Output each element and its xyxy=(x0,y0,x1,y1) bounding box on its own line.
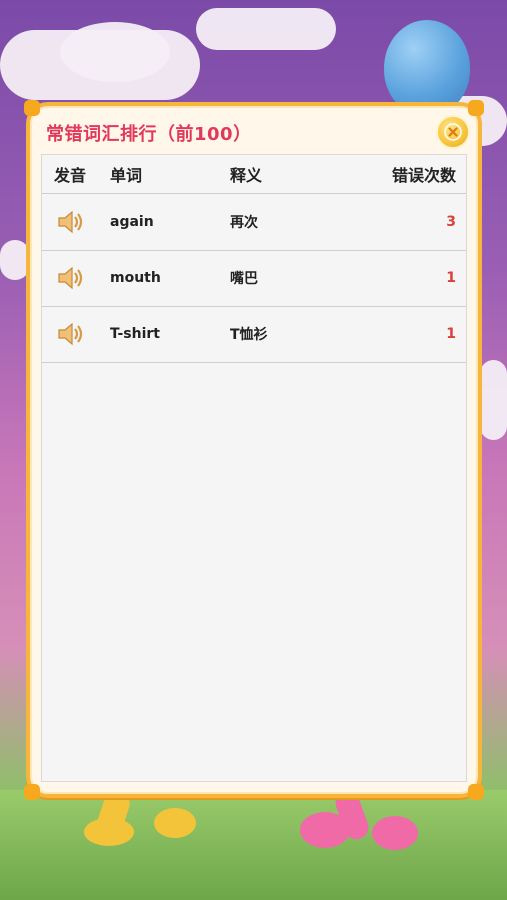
dialog-corner xyxy=(24,100,40,116)
close-button[interactable] xyxy=(436,115,470,149)
wrong-words-table: 发音 单词 释义 错误次数 again 再次 3 mouth 嘴巴 1 T-sh… xyxy=(41,154,467,782)
dialog-corner xyxy=(468,100,484,116)
header-meaning: 释义 xyxy=(230,166,263,185)
word-text: mouth xyxy=(110,270,161,286)
table-row: mouth 嘴巴 1 xyxy=(42,250,466,307)
header-count: 错误次数 xyxy=(391,166,456,185)
dialog-title: 常错词汇排行（前100） xyxy=(46,124,252,145)
cloud-decoration xyxy=(480,360,507,440)
speaker-icon xyxy=(58,322,83,346)
play-sound-button[interactable] xyxy=(54,250,88,306)
error-count: 1 xyxy=(446,270,456,286)
cloud-decoration xyxy=(60,22,170,82)
character-foot xyxy=(84,818,134,846)
grass-ground xyxy=(0,790,507,900)
error-count: 3 xyxy=(446,214,456,230)
header-sound: 发音 xyxy=(54,166,87,185)
speaker-icon xyxy=(58,210,83,234)
cloud-decoration xyxy=(196,8,336,50)
play-sound-button[interactable] xyxy=(54,194,88,250)
wrong-words-dialog: 常错词汇排行（前100） 发音 单词 释义 错误次数 again 再次 3 mo… xyxy=(24,100,484,800)
table-row: again 再次 3 xyxy=(42,194,466,251)
meaning-text: 再次 xyxy=(230,215,258,231)
character-foot xyxy=(300,812,350,848)
word-text: again xyxy=(110,214,154,230)
table-header: 发音 单词 释义 错误次数 xyxy=(42,155,466,194)
meaning-text: 嘴巴 xyxy=(230,271,258,287)
play-sound-button[interactable] xyxy=(54,306,88,362)
character-foot xyxy=(154,808,196,838)
word-text: T-shirt xyxy=(110,326,160,342)
meaning-text: T恤衫 xyxy=(230,327,268,343)
dialog-corner xyxy=(24,784,40,800)
speaker-icon xyxy=(58,266,83,290)
error-count: 1 xyxy=(446,326,456,342)
header-word: 单词 xyxy=(110,166,143,185)
character-foot xyxy=(372,816,418,850)
close-icon xyxy=(444,123,462,141)
dialog-corner xyxy=(468,784,484,800)
table-row: T-shirt T恤衫 1 xyxy=(42,306,466,363)
